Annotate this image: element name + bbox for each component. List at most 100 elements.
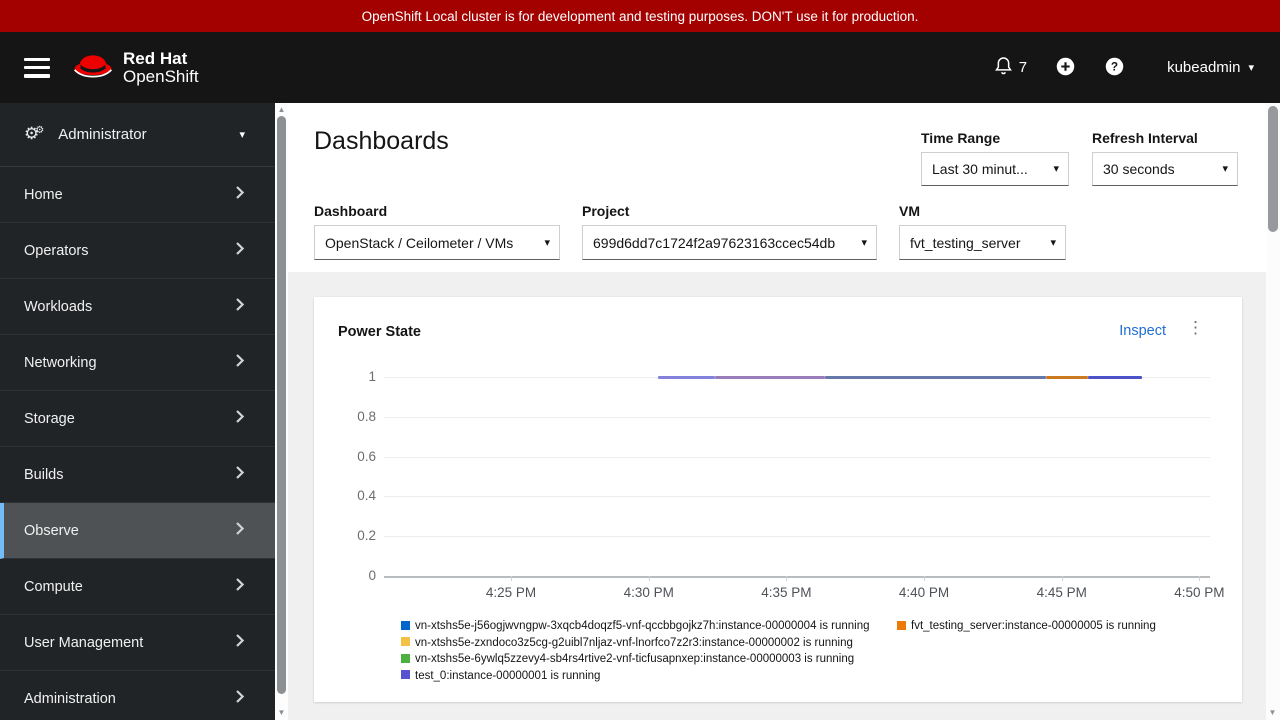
inspect-link[interactable]: Inspect xyxy=(1119,323,1166,339)
x-tick xyxy=(1199,576,1201,581)
legend-label: fvt_testing_server:instance-00000005 is … xyxy=(911,620,1156,632)
main-scrollbar-thumb[interactable] xyxy=(1268,106,1278,232)
sidebar-item-label: User Management xyxy=(24,634,144,651)
caret-down-icon: ▾ xyxy=(1050,236,1056,249)
legend-label: vn-xtshs5e-6ywlq5zzevy4-sb4rs4rtive2-vnf… xyxy=(415,653,855,665)
redhat-fedora-icon xyxy=(72,50,114,85)
legend-item: test_0:instance-00000001 is running xyxy=(401,670,870,682)
chevron-right-icon xyxy=(235,577,245,596)
scroll-down-icon[interactable]: ▼ xyxy=(275,707,288,719)
sidebar-items: Home Operators Workloads Networking Storage B… xyxy=(0,167,275,720)
notification-count: 7 xyxy=(1018,59,1028,76)
sidebar-item-networking[interactable]: Networking xyxy=(0,335,275,391)
gridline xyxy=(384,496,1210,498)
chart-title: Power State xyxy=(338,324,421,340)
x-tick xyxy=(511,576,513,581)
y-tick-label: 0.4 xyxy=(357,488,376,504)
question-circle-icon: ? xyxy=(1104,56,1125,80)
power-state-line-segment xyxy=(715,376,826,379)
sidebar-item-label: Builds xyxy=(24,466,64,483)
x-tick xyxy=(648,576,650,581)
legend-swatch-icon xyxy=(401,620,410,630)
menu-toggle-icon[interactable] xyxy=(24,57,50,78)
gridline xyxy=(384,536,1210,538)
dashboard-label: Dashboard xyxy=(314,203,388,219)
svg-text:?: ? xyxy=(1111,59,1118,73)
user-menu[interactable]: kubeadmin ▾ xyxy=(1167,59,1254,76)
legend-item: fvt_testing_server:instance-00000005 is … xyxy=(897,620,1156,632)
vm-label: VM xyxy=(899,203,920,219)
main-content: Dashboards Time Range Last 30 minut... ▾… xyxy=(288,103,1266,720)
sidebar-item-user-management[interactable]: User Management xyxy=(0,615,275,671)
project-select[interactable]: 699d6dd7c1724f2a97623163ccec54db ▾ xyxy=(582,225,877,260)
sidebar-item-home[interactable]: Home xyxy=(0,167,275,223)
sidebar-item-label: Administration xyxy=(24,690,116,707)
x-tick-label: 4:30 PM xyxy=(623,585,674,600)
time-range-value: Last 30 minut... xyxy=(932,161,1028,177)
cogs-icon: ⚙⚙ xyxy=(24,123,45,143)
y-tick-label: 0.6 xyxy=(357,448,376,464)
sidebar-item-builds[interactable]: Builds xyxy=(0,447,275,503)
chevron-right-icon xyxy=(235,185,245,204)
vm-select[interactable]: fvt_testing_server ▾ xyxy=(899,225,1066,260)
vm-value: fvt_testing_server xyxy=(910,234,1021,251)
perspective-label: Administrator xyxy=(58,126,147,143)
power-state-line-segment xyxy=(825,376,1046,379)
sidebar-item-operators[interactable]: Operators xyxy=(0,223,275,279)
time-range-select[interactable]: Last 30 minut... ▾ xyxy=(921,152,1069,186)
sidebar-item-compute[interactable]: Compute xyxy=(0,559,275,615)
caret-down-icon: ▾ xyxy=(544,236,550,249)
page-header: Dashboards Time Range Last 30 minut... ▾… xyxy=(288,103,1266,272)
legend-label: vn-xtshs5e-j56ogjwvngpw-3xqcb4doqzf5-vnf… xyxy=(415,620,870,632)
openshift-console: OpenShift Local cluster is for developme… xyxy=(0,0,1280,720)
sidebar-item-administration[interactable]: Administration xyxy=(0,671,275,720)
sidebar-scrollbar-thumb[interactable] xyxy=(277,116,286,694)
sidebar-item-label: Compute xyxy=(24,578,83,595)
notifications-button[interactable]: 7 xyxy=(994,55,1027,80)
refresh-interval-select[interactable]: 30 seconds ▾ xyxy=(1092,152,1238,186)
project-value: 699d6dd7c1724f2a97623163ccec54db xyxy=(593,234,836,251)
dashboard-select[interactable]: OpenStack / Ceilometer / VMs ▾ xyxy=(314,225,560,260)
legend-label: test_0:instance-00000001 is running xyxy=(415,669,601,682)
x-tick-label: 4:50 PM xyxy=(1174,585,1225,600)
caret-down-icon: ▾ xyxy=(1222,162,1228,175)
caret-down-icon: ▾ xyxy=(239,129,245,141)
y-tick-label: 0.2 xyxy=(357,528,376,544)
power-state-line-segment xyxy=(1087,376,1143,379)
dev-warning-text: OpenShift Local cluster is for developme… xyxy=(361,8,919,24)
sidebar-item-label: Observe xyxy=(24,522,79,539)
kebab-menu-icon[interactable]: ⋮ xyxy=(1187,319,1204,336)
legend-item: vn-xtshs5e-zxndoco3z5cg-g2uibl7nljaz-vnf… xyxy=(401,637,870,649)
sidebar-item-observe[interactable]: Observe xyxy=(0,503,275,559)
username: kubeadmin xyxy=(1167,59,1241,76)
power-state-line-segment xyxy=(1045,376,1088,379)
legend-swatch-icon xyxy=(401,637,410,646)
legend-column: fvt_testing_server:instance-00000005 is … xyxy=(897,620,1156,637)
scroll-up-icon[interactable]: ▲ xyxy=(275,104,288,116)
refresh-interval-label: Refresh Interval xyxy=(1092,130,1198,146)
chevron-right-icon xyxy=(235,353,245,372)
brand-line2: OpenShift xyxy=(123,66,199,86)
main-scrollbar[interactable]: ▼ xyxy=(1266,103,1280,720)
caret-down-icon: ▾ xyxy=(861,236,867,249)
chevron-right-icon xyxy=(235,297,245,316)
scroll-down-icon[interactable]: ▼ xyxy=(1266,707,1279,719)
dev-warning-banner: OpenShift Local cluster is for developme… xyxy=(0,0,1280,32)
legend-swatch-icon xyxy=(897,620,906,630)
card-header: Power State Inspect ⋮ xyxy=(314,297,1242,351)
sidebar-item-workloads[interactable]: Workloads xyxy=(0,279,275,335)
chevron-right-icon xyxy=(235,241,245,260)
x-tick xyxy=(1061,576,1063,581)
legend-label: vn-xtshs5e-zxndoco3z5cg-g2uibl7nljaz-vnf… xyxy=(415,636,853,649)
sidebar-scrollbar[interactable]: ▲ ▼ xyxy=(275,103,288,720)
add-button[interactable] xyxy=(1055,56,1076,80)
sidebar-item-label: Networking xyxy=(24,354,97,371)
x-tick-label: 4:45 PM xyxy=(1036,585,1087,600)
sidebar-item-storage[interactable]: Storage xyxy=(0,391,275,447)
plus-circle-icon xyxy=(1055,56,1076,80)
perspective-switcher[interactable]: ⚙⚙ Administrator ▾ xyxy=(0,103,275,167)
x-tick-label: 4:25 PM xyxy=(485,585,537,600)
help-button[interactable]: ? xyxy=(1104,56,1125,80)
legend-column: vn-xtshs5e-j56ogjwvngpw-3xqcb4doqzf5-vnf… xyxy=(401,620,870,686)
legend-item: vn-xtshs5e-j56ogjwvngpw-3xqcb4doqzf5-vnf… xyxy=(401,620,870,632)
